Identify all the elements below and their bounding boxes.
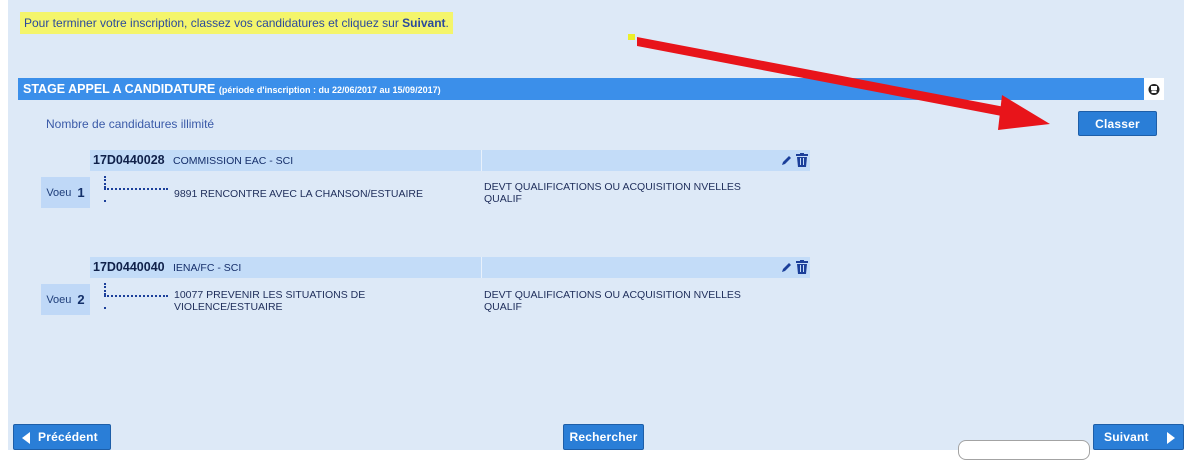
- module-text: 9891 RENCONTRE AVEC LA CHANSON/ESTUAIRE: [174, 188, 423, 200]
- column-divider: [481, 150, 482, 171]
- voeu-rank-cell: Voeu 2: [41, 284, 90, 315]
- section-title-text: STAGE APPEL A CANDIDATURE: [23, 82, 216, 96]
- candidature-count-text: Nombre de candidatures illimité: [46, 117, 215, 131]
- suivant-label: Suivant: [1104, 430, 1149, 444]
- section-period: (période d'inscription : du 22/06/2017 a…: [218, 85, 441, 95]
- candidature-code: 17D0440040: [93, 260, 165, 274]
- tree-connector: [104, 176, 176, 202]
- candidature-row: 17D0440040 IENA/FC - SCI: [90, 257, 810, 278]
- module-text: 10077 PREVENIR LES SITUATIONS DE VIOLENC…: [174, 289, 366, 313]
- suivant-button[interactable]: Suivant: [1093, 424, 1184, 450]
- dispositif-text: DEVT QUALIFICATIONS OU ACQUISITION NVELL…: [484, 181, 741, 205]
- classer-button[interactable]: Classer: [1078, 111, 1157, 136]
- precedent-button[interactable]: Précédent: [13, 424, 111, 450]
- dispositif-text: DEVT QUALIFICATIONS OU ACQUISITION NVELL…: [484, 289, 741, 313]
- trash-icon[interactable]: [796, 260, 808, 274]
- voeu-rank: 1: [77, 185, 85, 200]
- instruction-end: .: [445, 16, 449, 30]
- candidature-name: IENA/FC - SCI: [173, 262, 242, 274]
- edit-pencil-icon[interactable]: [780, 154, 793, 167]
- highlight-marker: [628, 34, 635, 40]
- section-title: STAGE APPEL A CANDIDATURE (période d'ins…: [23, 82, 441, 96]
- voeu-rank: 2: [77, 292, 85, 307]
- voeu-rank-cell: Voeu 1: [41, 177, 90, 208]
- print-icon[interactable]: [1144, 78, 1164, 100]
- chevron-left-icon: [22, 432, 30, 444]
- instruction-bold-word: Suivant: [402, 16, 446, 30]
- page-area: [8, 0, 1184, 450]
- candidature-name: COMMISSION EAC - SCI: [173, 155, 294, 167]
- edit-pencil-icon[interactable]: [780, 261, 793, 274]
- voeu-label: Voeu: [46, 293, 72, 306]
- chevron-right-icon: [1167, 432, 1175, 444]
- instruction-banner: Pour terminer votre inscription, classez…: [20, 12, 453, 34]
- voeu-label: Voeu: [46, 186, 72, 199]
- trash-icon[interactable]: [796, 153, 808, 167]
- popup-fragment: [958, 440, 1090, 460]
- column-divider: [481, 257, 482, 278]
- candidature-code: 17D0440028: [93, 153, 165, 167]
- tree-connector: [104, 283, 176, 309]
- candidature-row: 17D0440028 COMMISSION EAC - SCI: [90, 150, 810, 171]
- instruction-text: Pour terminer votre inscription, classez…: [24, 16, 403, 30]
- precedent-label: Précédent: [38, 430, 98, 444]
- rechercher-button[interactable]: Rechercher: [563, 424, 644, 450]
- section-header: STAGE APPEL A CANDIDATURE (période d'ins…: [18, 78, 1164, 100]
